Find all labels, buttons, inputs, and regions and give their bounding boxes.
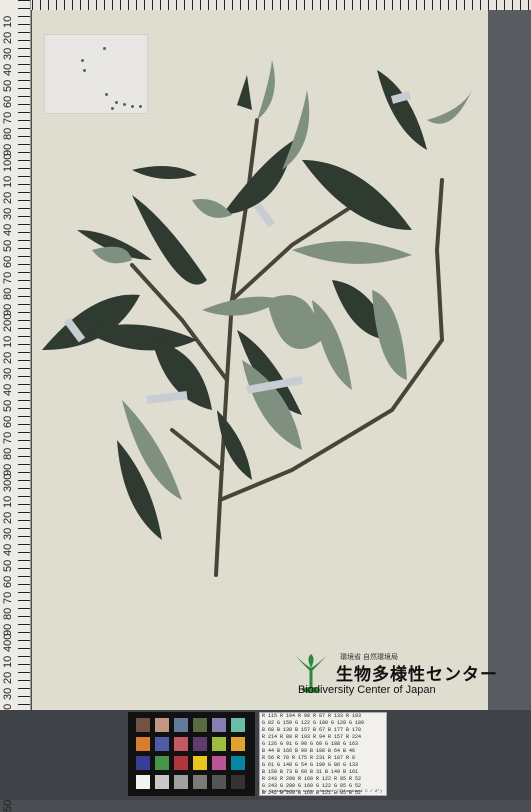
ruler-label: 70	[2, 431, 14, 444]
color-swatch	[193, 718, 207, 732]
color-swatch	[136, 718, 150, 732]
table-row: R 115 R 194 R 98 R 87 R 133 R 103	[262, 713, 362, 719]
table-row: G 243 G 200 G 160 G 122 G 85 G 52	[262, 783, 362, 789]
ruler-label: 10	[2, 495, 14, 508]
logo-name-jp: 生物多様性センター	[336, 665, 498, 684]
color-swatch	[193, 737, 207, 751]
ruler-label: 80	[2, 287, 14, 300]
logo-name-en: Biodiversity Center of Japan	[298, 684, 436, 696]
ruler-label: 80	[2, 127, 14, 140]
color-swatch	[212, 737, 226, 751]
ruler-label: 30	[2, 47, 14, 60]
ruler-ticks	[18, 0, 30, 800]
ruler-label: 20	[2, 511, 14, 524]
ruler-label: 10	[2, 655, 14, 668]
color-swatch	[155, 775, 169, 789]
color-checker	[128, 712, 255, 796]
color-swatch	[136, 756, 150, 770]
color-swatch	[231, 756, 245, 770]
table-row: R 214 R 80 R 193 R 94 R 157 R 224	[262, 734, 362, 740]
table-row: B 44 B 166 B 99 B 108 B 64 B 46	[262, 748, 356, 754]
plant-specimen	[42, 60, 472, 577]
color-swatch	[193, 775, 207, 789]
ruler-label: 50	[2, 239, 14, 252]
color-swatch	[174, 718, 188, 732]
ruler-label: 300	[2, 473, 14, 492]
ruler-label: 80	[2, 607, 14, 620]
color-swatch	[212, 756, 226, 770]
ruler-label: 60	[2, 95, 14, 108]
biodiversity-center-logo: 環境省 自然環境局 生物多様性センター Biodiversity Center …	[292, 652, 497, 702]
ruler-label: 10	[2, 15, 14, 28]
ruler-label: 20	[2, 671, 14, 684]
left-ruler: 10 20 30 40 50 60 70 80 90 100 10 20 30 40 50 60 70 80 90 2…	[0, 0, 31, 812]
ruler-label: 40	[2, 543, 14, 556]
ruler-label: 20	[2, 31, 14, 44]
ruler-label: 400	[2, 633, 14, 652]
ruler-label: 100	[2, 153, 14, 172]
color-value-table: R 115 R 194 R 98 R 87 R 133 R 103 G 82 G …	[259, 712, 387, 796]
table-row: R 56 R 70 R 175 R 231 R 187 R 8	[262, 755, 356, 761]
ruler-label: 30	[2, 367, 14, 380]
table-footnote: by GretagMacbeth color checker (Illumina…	[262, 790, 383, 794]
ruler-label: 30	[2, 207, 14, 220]
background-strip	[488, 10, 531, 710]
color-swatch	[231, 718, 245, 732]
ruler-label: 70	[2, 111, 14, 124]
table-row: R 243 R 200 R 160 R 122 R 85 R 52	[262, 776, 362, 782]
ruler-label: 20	[2, 191, 14, 204]
color-swatch	[155, 756, 169, 770]
color-swatch	[155, 737, 169, 751]
ruler-label: 10	[2, 335, 14, 348]
table-row: B 68 B 130 B 157 B 67 B 177 B 170	[262, 727, 362, 733]
color-swatch	[174, 775, 188, 789]
table-row: G 82 G 150 G 122 G 108 G 128 G 189	[262, 720, 365, 726]
ruler-label: 60	[2, 575, 14, 588]
ruler-label: 40	[2, 223, 14, 236]
ruler-label: 40	[2, 63, 14, 76]
ruler-label: 30	[2, 687, 14, 700]
ruler-label: 200	[2, 313, 14, 332]
color-swatch	[212, 718, 226, 732]
color-swatch	[193, 756, 207, 770]
color-swatch	[136, 775, 150, 789]
color-swatch	[174, 737, 188, 751]
ruler-label: 50	[2, 559, 14, 572]
color-swatch	[231, 775, 245, 789]
ruler-label: 30	[2, 527, 14, 540]
ruler-label: 70	[2, 591, 14, 604]
table-row: G 126 G 91 G 90 G 60 G 188 G 163	[262, 741, 359, 747]
ruler-label: 20	[2, 351, 14, 364]
ruler-label: 40	[2, 383, 14, 396]
color-swatch	[174, 756, 188, 770]
color-swatch	[155, 718, 169, 732]
ruler-label: 60	[2, 255, 14, 268]
table-row: B 150 B 73 B 60 B 31 B 149 B 161	[262, 769, 359, 775]
ruler-label: 60	[2, 415, 14, 428]
color-swatch	[136, 737, 150, 751]
color-swatch	[212, 775, 226, 789]
ruler-label: 80	[2, 447, 14, 460]
ruler-label: 50	[2, 79, 14, 92]
color-swatch	[231, 737, 245, 751]
ruler-label: 10	[2, 175, 14, 188]
top-ruler	[0, 0, 531, 10]
table-row: G 61 G 148 G 54 G 199 G 86 G 133	[262, 762, 359, 768]
ruler-label: 70	[2, 271, 14, 284]
ruler-label: 50	[2, 399, 14, 412]
